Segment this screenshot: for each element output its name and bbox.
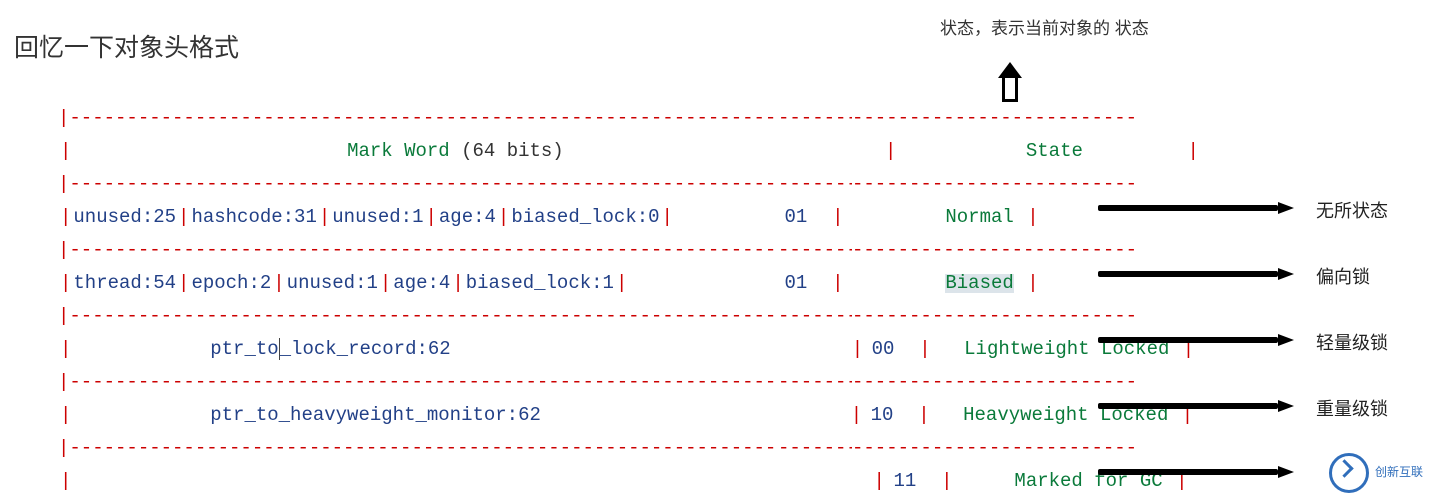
bits-value: 01: [784, 208, 807, 227]
header-mark-suffix: (64 bits): [450, 142, 564, 161]
separator-row: |---------------------------------------…: [58, 298, 1130, 334]
header-state: State: [1026, 142, 1083, 161]
pointer-arrow-icon: [1098, 334, 1294, 346]
separator-row: |---------------------------------------…: [58, 364, 1130, 400]
table-row: | ptr_to_heavyweight_monitor:62 | 10 | H…: [58, 400, 1130, 430]
page-title: 回忆一下对象头格式: [14, 28, 239, 64]
separator-row: |---------------------------------------…: [58, 166, 1130, 202]
bits-value: 01: [784, 274, 807, 293]
separator-row: |---------------------------------------…: [58, 232, 1130, 268]
mark-field: ptr_to_heavyweight_monitor:62: [210, 406, 541, 425]
row-label: 偏向锁: [1316, 263, 1370, 289]
separator-row: |---------------------------------------…: [58, 100, 1130, 136]
up-arrow-icon: [998, 62, 1022, 102]
bits-value: 00: [872, 340, 895, 359]
row-label: 无所状态: [1316, 197, 1388, 223]
mark-field: ptr_to_lock_record:62: [210, 340, 450, 359]
table-row: | ptr_to_lock_record:62 | 00 | Lightweig…: [58, 334, 1130, 364]
watermark: 创新互联: [1325, 451, 1435, 495]
separator-row: |---------------------------------------…: [58, 496, 1130, 501]
top-note: 状态，表示当前对象的 状态: [940, 14, 1149, 39]
row-label: 轻量级锁: [1316, 329, 1388, 355]
table-row: | unused:25 | hashcode:31 | unused:1 | a…: [58, 202, 1130, 232]
state-value: Biased: [945, 274, 1013, 293]
pointer-arrow-icon: [1098, 202, 1294, 214]
watermark-logo-icon: [1329, 453, 1369, 493]
pointer-arrow-icon: [1098, 268, 1294, 280]
row-label: 重量级锁: [1316, 395, 1388, 421]
header-row: | Mark Word (64 bits) | State |: [58, 136, 1130, 166]
header-mark: Mark Word: [347, 142, 450, 161]
table-row: | | 11 | Marked for GC |: [58, 466, 1130, 496]
state-value: Normal: [945, 208, 1013, 227]
table-row: | thread:54 | epoch:2 | unused:1 | age:4…: [58, 268, 1130, 298]
pointer-arrow-icon: [1098, 466, 1294, 478]
bits-value: 10: [871, 406, 894, 425]
watermark-text: 创新互联: [1375, 466, 1423, 479]
bits-value: 11: [893, 472, 916, 491]
pointer-arrow-icon: [1098, 400, 1294, 412]
mark-word-table: |---------------------------------------…: [58, 100, 1130, 501]
separator-row: |---------------------------------------…: [58, 430, 1130, 466]
